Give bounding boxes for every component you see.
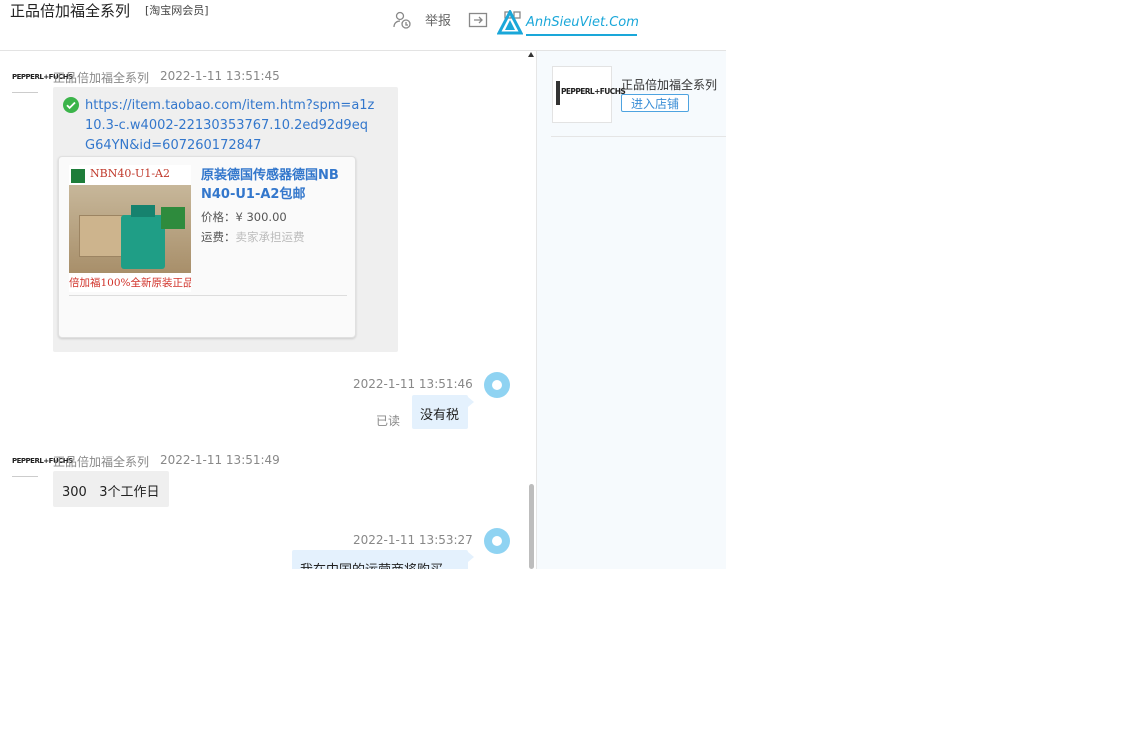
- product-price: 价格：¥ 300.00: [201, 209, 287, 225]
- message-bubble-text: 300 3个工作日: [53, 471, 169, 507]
- chat-scrollbar[interactable]: [527, 51, 536, 569]
- side-divider: [551, 136, 726, 137]
- message-time: 2022-1-11 13:53:27: [353, 533, 473, 547]
- add-contact-icon[interactable]: [392, 10, 412, 30]
- product-image-model: NBN40-U1-A2: [90, 167, 170, 180]
- message-bubble-link: https://item.taobao.com/item.htm?spm=a1z…: [53, 87, 398, 352]
- message-list[interactable]: PEPPERL+FUCHS 正品倍加福全系列 2022-1-11 13:51:4…: [0, 51, 536, 569]
- bubble-tail: [468, 552, 474, 562]
- member-tag: [淘宝网会员]: [145, 4, 209, 17]
- scroll-up-arrow-icon[interactable]: [528, 52, 534, 57]
- pf-logo-icon: [71, 169, 85, 183]
- product-card[interactable]: NBN40-U1-A2 倍加福100%全新原装正品 原装德国传感器德国NBN40…: [58, 156, 356, 338]
- message-bubble-text: 我在中国的运营商将购买: [292, 550, 468, 569]
- watermark-underline: [526, 34, 637, 36]
- shop-avatar[interactable]: PEPPERL+FUCHS: [12, 70, 73, 93]
- enter-shop-button[interactable]: 进入店铺: [621, 94, 689, 112]
- product-image[interactable]: NBN40-U1-A2 倍加福100%全新原装正品: [69, 165, 191, 292]
- shop-side-panel: PEPPERL+FUCHS 正品倍加福全系列 进入店铺: [536, 51, 726, 569]
- verified-check-icon: [63, 97, 79, 113]
- price-label: 价格：: [201, 210, 236, 224]
- product-shipping: 运费：卖家承担运费: [201, 229, 305, 245]
- my-avatar[interactable]: [484, 372, 510, 398]
- card-divider: [69, 295, 347, 296]
- shop-avatar[interactable]: PEPPERL+FUCHS: [12, 454, 73, 477]
- message-text: 没有税: [420, 408, 460, 423]
- message-time: 2022-1-11 13:51:45: [160, 69, 280, 83]
- shipping-label: 运费：: [201, 230, 236, 244]
- price-value: ¥ 300.00: [235, 210, 287, 224]
- message-text: 300 3个工作日: [62, 485, 160, 500]
- chat-title: 正品倍加福全系列: [10, 2, 131, 20]
- side-shop-name: 正品倍加福全系列: [621, 78, 718, 92]
- my-avatar[interactable]: [484, 528, 510, 554]
- product-sensor: [121, 205, 165, 269]
- watermark-logo: AnhSieuViet.Com: [497, 10, 642, 38]
- shop-logo-text: PEPPERL+FUCHS: [561, 87, 626, 96]
- shop-logo-stripe: [556, 81, 560, 105]
- watermark-triangle-icon: [497, 10, 523, 35]
- message-time: 2022-1-11 13:51:49: [160, 453, 280, 467]
- shipping-value: 卖家承担运费: [235, 230, 305, 244]
- chat-header: 正品倍加福全系列 [淘宝网会员] 举报 AnhSieuViet.Com: [0, 0, 726, 51]
- message-text: 我在中国的运营商将购买: [300, 559, 443, 569]
- read-status: 已读: [376, 414, 401, 428]
- product-badge: [161, 207, 185, 229]
- message-sender: 正品倍加福全系列: [53, 455, 150, 469]
- report-button[interactable]: 举报: [425, 10, 451, 29]
- product-photo: [69, 185, 191, 273]
- chat-window: 正品倍加福全系列 [淘宝网会员] 举报 AnhSieuViet.Com PEPP…: [0, 0, 726, 569]
- bubble-tail: [468, 397, 474, 407]
- product-link[interactable]: https://item.taobao.com/item.htm?spm=a1z…: [85, 96, 377, 156]
- message-bubble-text: 没有税: [412, 395, 468, 429]
- scroll-thumb[interactable]: [529, 484, 534, 569]
- product-title[interactable]: 原装德国传感器德国NBN40-U1-A2包邮: [201, 166, 347, 204]
- message-time: 2022-1-11 13:51:46: [353, 377, 473, 391]
- watermark-text: AnhSieuViet.Com: [526, 15, 639, 30]
- message-sender: 正品倍加福全系列: [53, 71, 150, 85]
- share-icon[interactable]: [468, 10, 488, 30]
- shop-logo[interactable]: PEPPERL+FUCHS: [552, 66, 626, 123]
- product-image-caption: 倍加福100%全新原装正品: [69, 277, 191, 289]
